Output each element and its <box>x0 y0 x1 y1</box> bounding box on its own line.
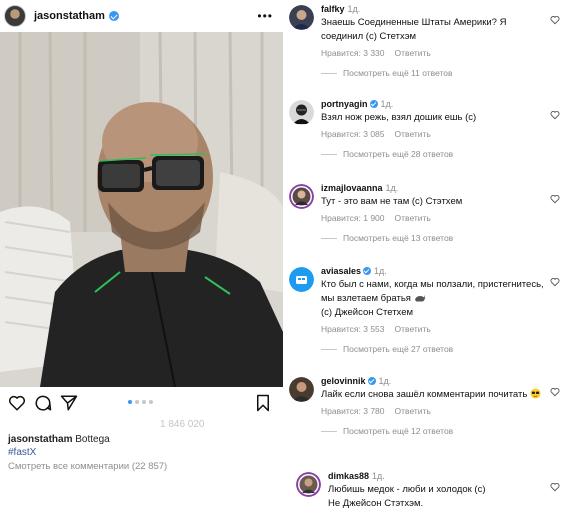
verified-badge-icon <box>367 377 376 385</box>
view-replies-link[interactable]: Посмотреть ещё 28 ответов <box>321 149 549 159</box>
view-replies-link[interactable]: Посмотреть ещё 13 ответов <box>321 233 549 243</box>
comment-likes[interactable]: Нравится: 3 780 <box>321 406 385 416</box>
comment-text-end: Не Джейсон Стэтхэм. <box>328 498 424 509</box>
comment-time: 1д. <box>385 183 399 193</box>
comment-text-main: Лайк если снова зашёл комментарии почита… <box>321 389 528 400</box>
post-author-avatar[interactable] <box>4 5 26 27</box>
comments-panel: falfky 1д. Знаешь Соединенные Штаты Амери… <box>283 0 568 513</box>
comment-time: 1д. <box>374 266 387 276</box>
likes-count[interactable]: 1 846 020 <box>160 419 205 430</box>
bookmark-icon[interactable] <box>254 394 272 412</box>
post-header: jasonstatham ••• <box>0 0 283 32</box>
replies-divider <box>321 348 337 350</box>
comment-text-end: (с) Джейсон Стетхем <box>321 307 414 318</box>
comment-time: 1д. <box>372 471 385 481</box>
send-icon[interactable] <box>60 394 78 412</box>
commenter-avatar[interactable] <box>289 184 314 209</box>
view-replies-link[interactable]: Посмотреть ещё 12 ответов <box>321 426 549 436</box>
comment-text: Любишь медок - люби и холодок (с) Не Джей… <box>328 483 556 511</box>
heart-icon[interactable] <box>8 394 26 412</box>
comment-body: izmajlovaanna 1д. Тут - это вам не там (с… <box>321 182 549 243</box>
carousel-dot <box>135 400 139 404</box>
caption-hashtag[interactable]: #fastX <box>8 447 36 458</box>
comment-time: 1д. <box>347 4 361 14</box>
comment-username[interactable]: aviasales <box>321 266 361 276</box>
view-replies-link[interactable]: Посмотреть ещё 27 ответов <box>321 344 549 354</box>
comment-text-main: Кто был с нами, когда мы ползали, присте… <box>321 279 544 304</box>
post-actions <box>0 390 283 416</box>
comment-text: Лайк если снова зашёл комментарии почита… <box>321 388 549 402</box>
more-options-icon[interactable]: ••• <box>257 9 273 23</box>
commenter-avatar[interactable] <box>289 100 314 125</box>
comment-text: Взял нож режь, взял дошик ешь (с) <box>321 112 477 123</box>
replies-divider <box>321 237 337 239</box>
post-author-username[interactable]: jasonstatham <box>34 10 105 22</box>
comment-username[interactable]: gelovinnik <box>321 376 366 386</box>
replies-divider <box>321 430 337 432</box>
post-photo[interactable] <box>0 32 283 387</box>
caption-username[interactable]: jasonstatham <box>8 434 72 445</box>
comment-text: Знаешь Соединенные Штаты Америки? Я соед… <box>321 17 507 42</box>
comment-username[interactable]: portnyagin <box>321 99 368 109</box>
verified-badge-icon <box>108 11 119 21</box>
comment-heart-icon[interactable] <box>550 482 560 492</box>
comment-heart-icon[interactable] <box>550 387 560 397</box>
caption-text: Bottega <box>75 434 110 445</box>
commenter-avatar[interactable] <box>289 5 314 30</box>
verified-badge-icon <box>363 267 372 275</box>
comment-likes[interactable]: Нравится: 3 085 <box>321 129 385 139</box>
comment-icon[interactable] <box>34 394 52 412</box>
commenter-avatar[interactable] <box>289 267 314 292</box>
comment-body: aviasales 1д. Кто был с нами, когда мы по… <box>321 265 549 354</box>
reply-button[interactable]: Ответить <box>395 129 431 139</box>
comment-heart-icon[interactable] <box>550 110 560 120</box>
view-replies-label: Посмотреть ещё 28 ответов <box>343 149 454 159</box>
post-photo-image <box>0 32 283 387</box>
post-caption: jasonstatham Bottega <box>8 434 110 446</box>
carousel-indicator <box>128 400 153 404</box>
carousel-dot <box>142 400 146 404</box>
comment-body: falfky 1д. Знаешь Соединенные Штаты Амери… <box>321 3 549 78</box>
verified-badge-icon <box>369 100 378 108</box>
view-replies-label: Посмотреть ещё 27 ответов <box>343 344 454 354</box>
reply-button[interactable]: Ответить <box>395 406 431 416</box>
comment-username[interactable]: falfky <box>321 4 345 14</box>
reply-button[interactable]: Ответить <box>395 48 431 58</box>
comment-body: dimkas88 1д. Любишь медок - люби и холодо… <box>328 470 556 511</box>
comment-likes[interactable]: Нравится: 3 553 <box>321 324 385 334</box>
replies-divider <box>321 72 337 74</box>
replies-divider <box>321 153 337 155</box>
comment-username[interactable]: izmajlovaanna <box>321 183 383 193</box>
comment-heart-icon[interactable] <box>550 277 560 287</box>
sunglasses-emoji-icon <box>530 388 541 399</box>
rhino-emoji-icon <box>414 295 426 302</box>
comment-text-main: Любишь медок - люби и холодок (с) <box>328 484 486 495</box>
comment-time: 1д. <box>378 376 392 386</box>
carousel-dot <box>149 400 153 404</box>
view-all-comments-link[interactable]: Смотреть все комментарии (22 857) <box>8 461 167 472</box>
comment-username[interactable]: dimkas88 <box>328 471 369 481</box>
view-replies-label: Посмотреть ещё 12 ответов <box>343 426 454 436</box>
carousel-dot <box>128 400 132 404</box>
comment-likes[interactable]: Нравится: 1 900 <box>321 213 385 223</box>
comment-body: gelovinnik 1д. Лайк если снова зашёл комм… <box>321 375 549 436</box>
comment-time: 1д. <box>380 99 394 109</box>
view-replies-label: Посмотреть ещё 13 ответов <box>343 233 454 243</box>
comment-likes[interactable]: Нравится: 3 330 <box>321 48 385 58</box>
view-replies-link[interactable]: Посмотреть ещё 11 ответов <box>321 68 549 78</box>
comment-text: Кто был с нами, когда мы ползали, присте… <box>321 278 549 320</box>
reply-button[interactable]: Ответить <box>395 324 431 334</box>
post-panel: jasonstatham ••• 1 846 020 jasonstatham … <box>0 0 283 513</box>
comment-text: Тут - это вам не там (с) Стэтхем <box>321 196 463 207</box>
commenter-avatar[interactable] <box>296 472 321 497</box>
comment-heart-icon[interactable] <box>550 194 560 204</box>
view-replies-label: Посмотреть ещё 11 ответов <box>343 68 453 78</box>
comment-body: portnyagin 1д. Взял нож режь, взял дошик … <box>321 98 549 159</box>
comment-heart-icon[interactable] <box>550 15 560 25</box>
commenter-avatar[interactable] <box>289 377 314 402</box>
reply-button[interactable]: Ответить <box>395 213 431 223</box>
